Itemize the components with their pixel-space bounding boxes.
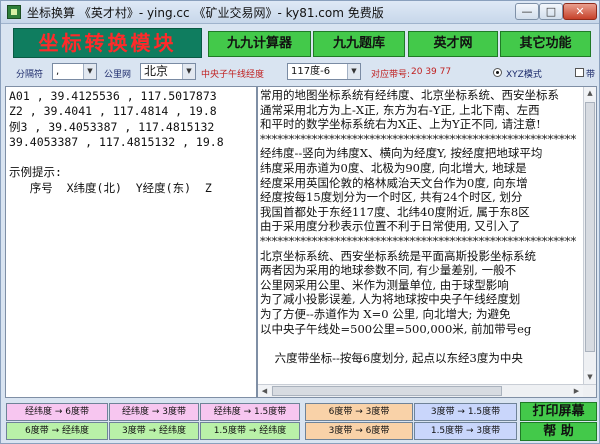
grid-value: 北京	[144, 64, 169, 78]
help-button[interactable]: 帮 助	[520, 422, 597, 441]
meridian-value: 117度-6	[291, 66, 331, 77]
latlon-to-3deg-button[interactable]: 经纬度 → 3度带	[109, 403, 199, 421]
help-horizontal-scrollbar[interactable]: ◀ ▶	[258, 384, 596, 397]
separator-value: ,	[56, 66, 60, 77]
other-functions-button[interactable]: 其它功能	[500, 31, 591, 57]
meridian-select[interactable]: 117度-6 ▼	[287, 63, 361, 80]
scroll-up-icon[interactable]: ▲	[584, 87, 596, 100]
question-bank-button[interactable]: 九九题库	[313, 31, 405, 57]
maximize-button[interactable]: □	[539, 3, 563, 20]
band-label: 对应带号:	[371, 70, 411, 80]
title-bar[interactable]: 坐标换算 《英才村》- ying.cc 《矿业交易网》- ky81.com 免费…	[1, 1, 599, 24]
scroll-down-icon[interactable]: ▼	[584, 371, 596, 384]
1_5deg-to-latlon-button[interactable]: 1.5度带 → 经纬度	[200, 422, 300, 440]
scroll-left-icon[interactable]: ◀	[258, 385, 271, 397]
latlon-to-1_5deg-button[interactable]: 经纬度 → 1.5度带	[200, 403, 300, 421]
band-value: 20 39 77	[411, 67, 452, 77]
band-checkbox-label: 带	[586, 70, 596, 80]
calculator-button[interactable]: 九九计算器	[208, 31, 311, 57]
help-text: 常用的地图坐标系统有经纬度、北京坐标系统、西安坐标系 通常采用北方为上-X正, …	[260, 88, 577, 365]
window-title: 坐标换算 《英才村》- ying.cc 《矿业交易网》- ky81.com 免费…	[27, 6, 384, 20]
latlon-to-6deg-button[interactable]: 经纬度 → 6度带	[6, 403, 108, 421]
talent-site-button[interactable]: 英才网	[408, 31, 498, 57]
meridian-label: 中央子午线经度	[201, 70, 265, 80]
scroll-thumb[interactable]	[585, 102, 595, 352]
close-button[interactable]: ✕	[563, 3, 597, 20]
xyz-mode-radio[interactable]	[493, 68, 502, 77]
scroll-right-icon[interactable]: ▶	[570, 385, 583, 397]
band-checkbox[interactable]	[575, 68, 584, 77]
3deg-to-6deg-button[interactable]: 3度带 → 6度带	[305, 422, 413, 440]
3deg-to-latlon-button[interactable]: 3度带 → 经纬度	[109, 422, 199, 440]
separator-label: 分隔符	[16, 70, 44, 80]
help-text-area[interactable]: 常用的地图坐标系统有经纬度、北京坐标系统、西安坐标系 通常采用北方为上-X正, …	[257, 86, 597, 398]
app-icon	[7, 5, 21, 19]
chevron-down-icon: ▼	[182, 64, 195, 79]
coordinate-input-text[interactable]: A01 , 39.4125536 , 117.5017873 Z2 , 39.4…	[6, 87, 256, 198]
options-bar: 分隔符 , ▼ 公里网 北京 ▼ 中央子午线经度 117度-6 ▼ 对应带号: …	[1, 61, 600, 85]
3deg-to-1_5deg-button[interactable]: 3度带 → 1.5度带	[414, 403, 517, 421]
grid-label: 公里网	[104, 70, 132, 80]
app-window: 坐标换算 《英才村》- ying.cc 《矿业交易网》- ky81.com 免费…	[0, 0, 600, 444]
separator-select[interactable]: , ▼	[52, 63, 97, 80]
help-vertical-scrollbar[interactable]: ▲ ▼	[583, 87, 596, 397]
module-logo: 坐标转换模块	[13, 28, 202, 58]
print-screen-button[interactable]: 打印屏幕	[520, 402, 597, 421]
coordinate-input-area[interactable]: A01 , 39.4125536 , 117.5017873 Z2 , 39.4…	[5, 86, 257, 398]
6deg-to-3deg-button[interactable]: 6度带 → 3度带	[305, 403, 413, 421]
minimize-button[interactable]: —	[515, 3, 539, 20]
1_5deg-to-3deg-button[interactable]: 1.5度带 → 3度带	[414, 422, 517, 440]
xyz-mode-label: XYZ模式	[506, 70, 542, 80]
chevron-down-icon: ▼	[83, 64, 96, 79]
chevron-down-icon: ▼	[347, 64, 360, 79]
6deg-to-latlon-button[interactable]: 6度带 → 经纬度	[6, 422, 108, 440]
scroll-thumb-horizontal[interactable]	[272, 386, 502, 396]
grid-select[interactable]: 北京 ▼	[140, 63, 196, 80]
